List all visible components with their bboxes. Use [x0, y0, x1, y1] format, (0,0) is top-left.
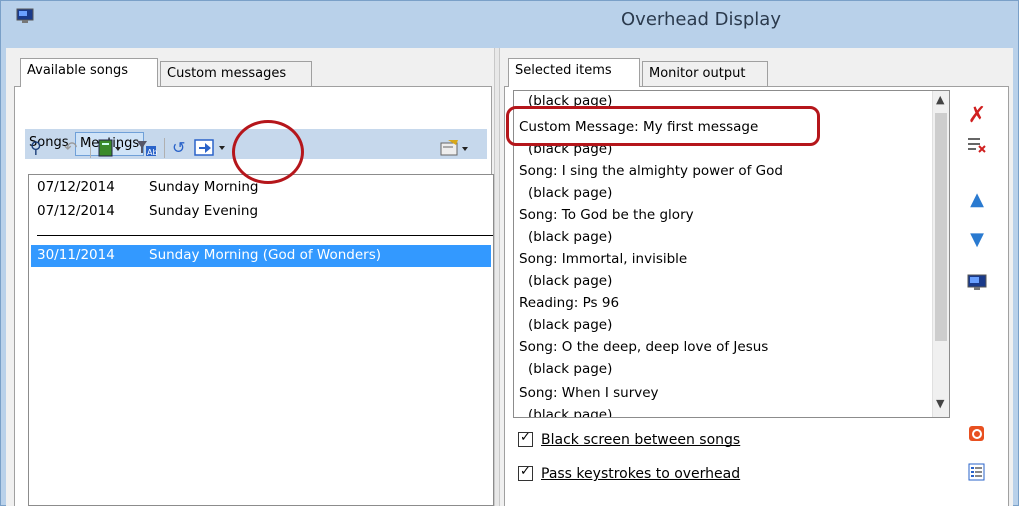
- display-logo-icon[interactable]: [965, 424, 989, 448]
- panel-splitter[interactable]: [494, 48, 500, 506]
- pass-keystrokes-checkbox[interactable]: Pass keystrokes to overhead: [518, 464, 741, 486]
- undo-icon[interactable]: ↶: [64, 138, 77, 158]
- svg-text:Ab: Ab: [147, 148, 158, 157]
- black-screen-label: Black screen between songs: [541, 432, 741, 448]
- selected-items-list[interactable]: (black page) Custom Message: My first me…: [513, 90, 950, 418]
- properties-icon[interactable]: [440, 138, 470, 163]
- book-icon[interactable]: [98, 138, 122, 163]
- scrollbar-thumb[interactable]: [935, 113, 947, 341]
- scroll-up-icon[interactable]: ▲: [936, 93, 944, 106]
- meeting-date: 07/12/2014: [37, 203, 115, 219]
- toolbar-separator: [90, 138, 91, 158]
- tab-available-songs[interactable]: Available songs: [20, 58, 158, 87]
- pass-keystrokes-label: Pass keystrokes to overhead: [541, 466, 741, 482]
- meeting-name: Sunday Evening: [149, 203, 259, 219]
- list-item[interactable]: 07/12/2014 Sunday Evening: [37, 203, 258, 221]
- title-bar[interactable]: Overhead Display: [1, 1, 1018, 39]
- window-title: Overhead Display: [621, 9, 781, 30]
- vertical-scrollbar[interactable]: ▲ ▼: [932, 91, 949, 417]
- move-up-icon[interactable]: ▲: [965, 188, 989, 212]
- move-down-icon[interactable]: ▼: [965, 228, 989, 252]
- toolbar-separator: [164, 138, 165, 158]
- list-item[interactable]: Song: To God be the glory: [519, 207, 694, 229]
- refresh-icon[interactable]: ↺: [172, 138, 185, 158]
- list-item[interactable]: (black page): [528, 407, 612, 417]
- scroll-down-icon[interactable]: ▼: [936, 397, 944, 410]
- list-item[interactable]: (black page): [528, 361, 612, 383]
- list-item[interactable]: Custom Message: My first message: [519, 119, 758, 141]
- list-divider: [37, 235, 493, 236]
- list-item[interactable]: (black page): [528, 273, 612, 295]
- checkbox-checked[interactable]: [518, 430, 533, 447]
- remove-item-icon[interactable]: ✗: [965, 104, 989, 128]
- list-icon[interactable]: [965, 462, 989, 486]
- meetings-list[interactable]: 07/12/2014 Sunday Morning 07/12/2014 Sunda…: [28, 174, 494, 506]
- list-item[interactable]: Reading: Ps 96: [519, 295, 619, 317]
- list-item[interactable]: Song: Immortal, invisible: [519, 251, 687, 273]
- meetings-toolbar: ⚲ ↶ Ab ↺: [24, 136, 486, 162]
- tab-selected-items[interactable]: Selected items: [508, 58, 640, 87]
- meeting-date: 07/12/2014: [37, 179, 115, 195]
- meeting-date: 30/11/2014: [37, 247, 115, 263]
- list-item[interactable]: (black page): [528, 185, 612, 207]
- app-monitor-icon: [16, 8, 34, 23]
- list-item[interactable]: Song: When I survey: [519, 385, 659, 407]
- list-item[interactable]: Song: O the deep, deep love of Jesus: [519, 339, 768, 361]
- tab-custom-messages[interactable]: Custom messages: [160, 61, 312, 87]
- send-to-display-icon[interactable]: [194, 138, 230, 163]
- list-item[interactable]: Song: I sing the almighty power of God: [519, 163, 783, 185]
- list-item[interactable]: (black page): [528, 141, 612, 163]
- list-item[interactable]: 07/12/2014 Sunday Morning: [37, 179, 258, 197]
- black-screen-checkbox[interactable]: Black screen between songs: [518, 430, 741, 452]
- list-item[interactable]: (black page): [528, 317, 612, 339]
- filter-icon[interactable]: Ab: [136, 138, 158, 163]
- clear-items-icon[interactable]: [965, 136, 989, 160]
- checkbox-checked[interactable]: [518, 464, 533, 481]
- list-item[interactable]: (black page): [528, 93, 612, 115]
- tab-monitor-output[interactable]: Monitor output: [642, 61, 768, 87]
- monitor-icon[interactable]: [965, 274, 989, 298]
- meeting-name: Sunday Morning: [149, 179, 259, 195]
- list-item[interactable]: (black page): [528, 229, 612, 251]
- meeting-name: Sunday Morning (God of Wonders): [149, 247, 381, 263]
- list-item-selected[interactable]: 30/11/2014 Sunday Morning (God of Wonders…: [31, 245, 491, 267]
- binoculars-icon[interactable]: ⚲: [30, 138, 42, 158]
